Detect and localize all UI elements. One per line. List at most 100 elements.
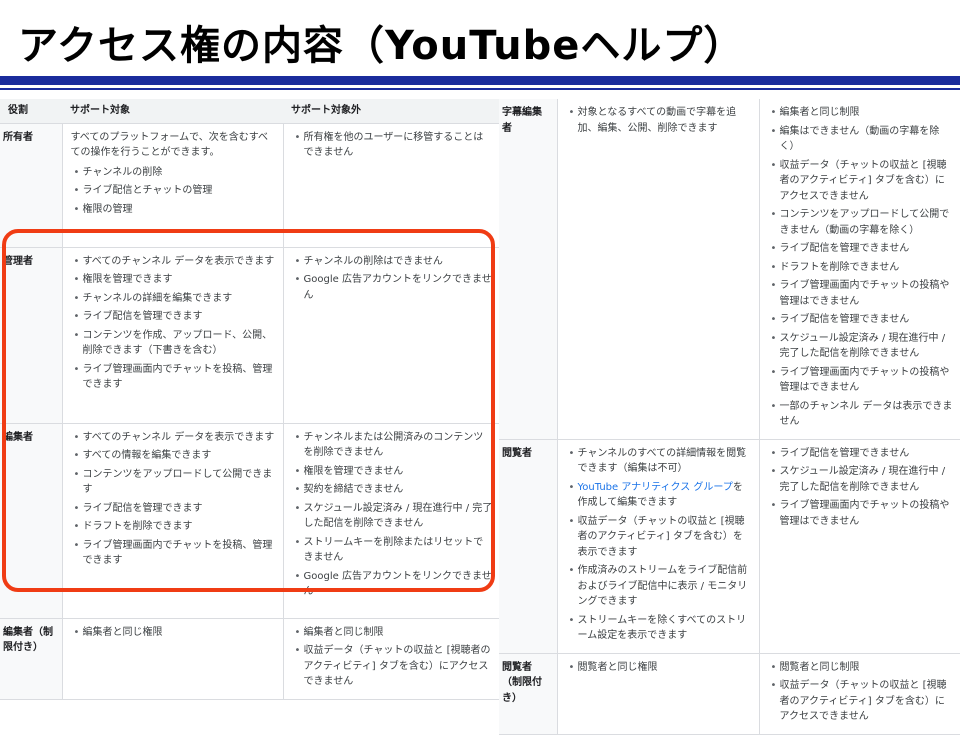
list-item: 収益データ（チャットの収益と [視聴者のアクティビティ] タブを含む）にアクセス… bbox=[295, 643, 494, 690]
role-name: 編集者（制限付き） bbox=[0, 618, 63, 700]
list-item: 編集者と同じ制限 bbox=[295, 625, 494, 641]
list-item: チャンネルの削除はできません bbox=[295, 254, 494, 270]
table-row-manager: 管理者 すべてのチャンネル データを表示できます 権限を管理できます チャンネル… bbox=[0, 247, 499, 424]
unsupported-cell: 所有権を他のユーザーに移管することはできません bbox=[283, 123, 499, 248]
list-item: ライブ管理画面内でチャットの投稿や管理はできません bbox=[771, 365, 955, 396]
unsupported-cell: 閲覧者と同じ制限 収益データ（チャットの収益と [視聴者のアクティビティ] タブ… bbox=[759, 653, 960, 735]
list-item: Google 広告アカウントをリンクできません bbox=[295, 569, 494, 600]
list-item: 編集はできません（動画の字幕を除く） bbox=[771, 124, 955, 155]
table-row-owner: 所有者 すべてのプラットフォームで、次を含むすべての操作を行うことができます。 … bbox=[0, 123, 499, 248]
supported-list: 編集者と同じ権限 bbox=[71, 625, 277, 641]
list-item: ライブ管理画面内でチャットの投稿や管理はできません bbox=[771, 498, 955, 529]
list-item: ライブ管理画面内でチャットを投稿、管理できます bbox=[74, 362, 277, 393]
unsupported-cell: ライブ配信を管理できません スケジュール設定済み / 現在進行中 / 完了した配… bbox=[759, 439, 960, 654]
supported-cell: すべてのチャンネル データを表示できます 権限を管理できます チャンネルの詳細を… bbox=[62, 247, 284, 424]
list-item: 作成済みのストリームをライブ配信前およびライブ配信中に表示 / モニタリングでき… bbox=[569, 563, 753, 610]
list-item: コンテンツをアップロードして公開できません（動画の字幕を除く） bbox=[771, 207, 955, 238]
role-name: 閲覧者（制限付き） bbox=[499, 653, 558, 735]
unsupported-list: チャンネルまたは公開済みのコンテンツを削除できません 権限を管理できません 契約… bbox=[292, 430, 494, 600]
list-item: コンテンツをアップロードして公開できます bbox=[74, 467, 277, 498]
list-item: ストリームキーを削除またはリセットできません bbox=[295, 535, 494, 566]
roles-table-right: 字幕編集者 対象となるすべての動画で字幕を追加、編集、公開、削除できます 編集者… bbox=[499, 99, 960, 735]
table-header-row: 役割 サポート対象 サポート対象外 bbox=[0, 99, 499, 124]
list-item: 閲覧者と同じ制限 bbox=[771, 660, 955, 676]
list-item: ライブ配信を管理できません bbox=[771, 241, 955, 257]
list-item: ストリームキーを除くすべてのストリーム設定を表示できます bbox=[569, 613, 753, 644]
table-row-caption-editor: 字幕編集者 対象となるすべての動画で字幕を追加、編集、公開、削除できます 編集者… bbox=[499, 99, 960, 440]
header-supported: サポート対象 bbox=[62, 99, 283, 124]
slide-title: アクセス権の内容（YouTubeヘルプ） bbox=[18, 23, 745, 69]
title-underline-thin bbox=[0, 88, 960, 90]
unsupported-list: 所有権を他のユーザーに移管することはできません bbox=[292, 130, 494, 161]
table-row-viewer-limited: 閲覧者（制限付き） 閲覧者と同じ権限 閲覧者と同じ制限 収益データ（チャットの収… bbox=[499, 653, 960, 735]
supported-list: 対象となるすべての動画で字幕を追加、編集、公開、削除できます bbox=[566, 105, 753, 136]
list-item: 収益データ（チャットの収益と [視聴者のアクティビティ] タブを含む）にアクセス… bbox=[771, 678, 955, 725]
unsupported-cell: 編集者と同じ制限 編集はできません（動画の字幕を除く） 収益データ（チャットの収… bbox=[759, 99, 960, 440]
supported-intro: すべてのプラットフォームで、次を含むすべての操作を行うことができます。 bbox=[70, 131, 269, 159]
list-item: ドラフトを削除できます bbox=[74, 519, 277, 535]
list-item: 対象となるすべての動画で字幕を追加、編集、公開、削除できます bbox=[569, 105, 753, 136]
list-item: すべてのチャンネル データを表示できます bbox=[74, 430, 277, 446]
unsupported-cell: チャンネルまたは公開済みのコンテンツを削除できません 権限を管理できません 契約… bbox=[283, 423, 499, 619]
supported-list: すべてのチャンネル データを表示できます すべての情報を編集できます コンテンツ… bbox=[71, 430, 277, 569]
role-name: 管理者 bbox=[0, 247, 63, 424]
list-item: 収益データ（チャットの収益と [視聴者のアクティビティ] タブを含む）にアクセス… bbox=[771, 158, 955, 205]
unsupported-list: チャンネルの削除はできません Google 広告アカウントをリンクできません bbox=[292, 254, 494, 304]
role-name: 閲覧者 bbox=[499, 439, 558, 654]
list-item: コンテンツを作成、アップロード、公開、削除できます（下書きを含む） bbox=[74, 328, 277, 359]
unsupported-list: ライブ配信を管理できません スケジュール設定済み / 現在進行中 / 完了した配… bbox=[768, 446, 955, 530]
list-item: スケジュール設定済み / 現在進行中 / 完了した配信を削除できません bbox=[295, 501, 494, 532]
unsupported-list: 編集者と同じ制限 編集はできません（動画の字幕を除く） 収益データ（チャットの収… bbox=[768, 105, 955, 430]
list-item: チャンネルの詳細を編集できます bbox=[74, 291, 277, 307]
supported-cell: チャンネルのすべての詳細情報を閲覧できます（編集は不可） YouTube アナリ… bbox=[557, 439, 760, 654]
list-item: チャンネルのすべての詳細情報を閲覧できます（編集は不可） bbox=[569, 446, 753, 477]
supported-cell: すべてのプラットフォームで、次を含むすべての操作を行うことができます。 チャンネ… bbox=[62, 123, 284, 248]
supported-cell: 閲覧者と同じ権限 bbox=[557, 653, 760, 735]
list-item: 編集者と同じ制限 bbox=[771, 105, 955, 121]
list-item: 権限の管理 bbox=[74, 202, 277, 218]
list-item: 所有権を他のユーザーに移管することはできません bbox=[295, 130, 494, 161]
header-role: 役割 bbox=[0, 99, 62, 124]
list-item: YouTube アナリティクス グループを作成して編集できます bbox=[569, 480, 753, 511]
analytics-groups-link[interactable]: YouTube アナリティクス グループ bbox=[578, 482, 733, 493]
supported-list: 閲覧者と同じ権限 bbox=[566, 660, 753, 676]
list-item: ライブ配信とチャットの管理 bbox=[74, 183, 277, 199]
list-item: 契約を締結できません bbox=[295, 482, 494, 498]
list-item: 閲覧者と同じ権限 bbox=[569, 660, 753, 676]
list-item: 編集者と同じ権限 bbox=[74, 625, 277, 641]
list-item: ライブ配信を管理できません bbox=[771, 446, 955, 462]
title-underline bbox=[0, 76, 960, 85]
unsupported-cell: チャンネルの削除はできません Google 広告アカウントをリンクできません bbox=[283, 247, 499, 424]
list-item: Google 広告アカウントをリンクできません bbox=[295, 272, 494, 303]
list-item: すべての情報を編集できます bbox=[74, 448, 277, 464]
list-item: 一部のチャンネル データは表示できません bbox=[771, 399, 955, 430]
list-item: チャンネルの削除 bbox=[74, 165, 277, 181]
list-item: 権限を管理できません bbox=[295, 464, 494, 480]
unsupported-list: 閲覧者と同じ制限 収益データ（チャットの収益と [視聴者のアクティビティ] タブ… bbox=[768, 660, 955, 725]
supported-cell: 編集者と同じ権限 bbox=[62, 618, 284, 700]
list-item: スケジュール設定済み / 現在進行中 / 完了した配信を削除できません bbox=[771, 464, 955, 495]
list-item: 収益データ（チャットの収益と [視聴者のアクティビティ] タブを含む）を表示でき… bbox=[569, 514, 753, 561]
list-item: 権限を管理できます bbox=[74, 272, 277, 288]
list-item: ライブ配信を管理できます bbox=[74, 501, 277, 517]
list-item: ドラフトを削除できません bbox=[771, 260, 955, 276]
table-row-viewer: 閲覧者 チャンネルのすべての詳細情報を閲覧できます（編集は不可） YouTube… bbox=[499, 439, 960, 654]
list-item: ライブ配信を管理できます bbox=[74, 309, 277, 325]
roles-table-left: 役割 サポート対象 サポート対象外 所有者 すべてのプラットフォームで、次を含む… bbox=[0, 99, 499, 700]
role-name: 編集者 bbox=[0, 423, 63, 619]
list-item: ライブ管理画面内でチャットを投稿、管理できます bbox=[74, 538, 277, 569]
role-name: 所有者 bbox=[0, 123, 63, 248]
role-name: 字幕編集者 bbox=[499, 99, 558, 440]
list-item: チャンネルまたは公開済みのコンテンツを削除できません bbox=[295, 430, 494, 461]
unsupported-cell: 編集者と同じ制限 収益データ（チャットの収益と [視聴者のアクティビティ] タブ… bbox=[283, 618, 499, 700]
header-unsupported: サポート対象外 bbox=[283, 99, 499, 124]
supported-list: チャンネルのすべての詳細情報を閲覧できます（編集は不可） YouTube アナリ… bbox=[566, 446, 753, 644]
table-row-editor: 編集者 すべてのチャンネル データを表示できます すべての情報を編集できます コ… bbox=[0, 423, 499, 619]
unsupported-list: 編集者と同じ制限 収益データ（チャットの収益と [視聴者のアクティビティ] タブ… bbox=[292, 625, 494, 690]
supported-cell: すべてのチャンネル データを表示できます すべての情報を編集できます コンテンツ… bbox=[62, 423, 284, 619]
supported-list: すべてのチャンネル データを表示できます 権限を管理できます チャンネルの詳細を… bbox=[71, 254, 277, 393]
list-item: スケジュール設定済み / 現在進行中 / 完了した配信を削除できません bbox=[771, 331, 955, 362]
table-row-editor-limited: 編集者（制限付き） 編集者と同じ権限 編集者と同じ制限 収益データ（チャットの収… bbox=[0, 618, 499, 700]
list-item: ライブ管理画面内でチャットの投稿や管理はできません bbox=[771, 278, 955, 309]
list-item: すべてのチャンネル データを表示できます bbox=[74, 254, 277, 270]
